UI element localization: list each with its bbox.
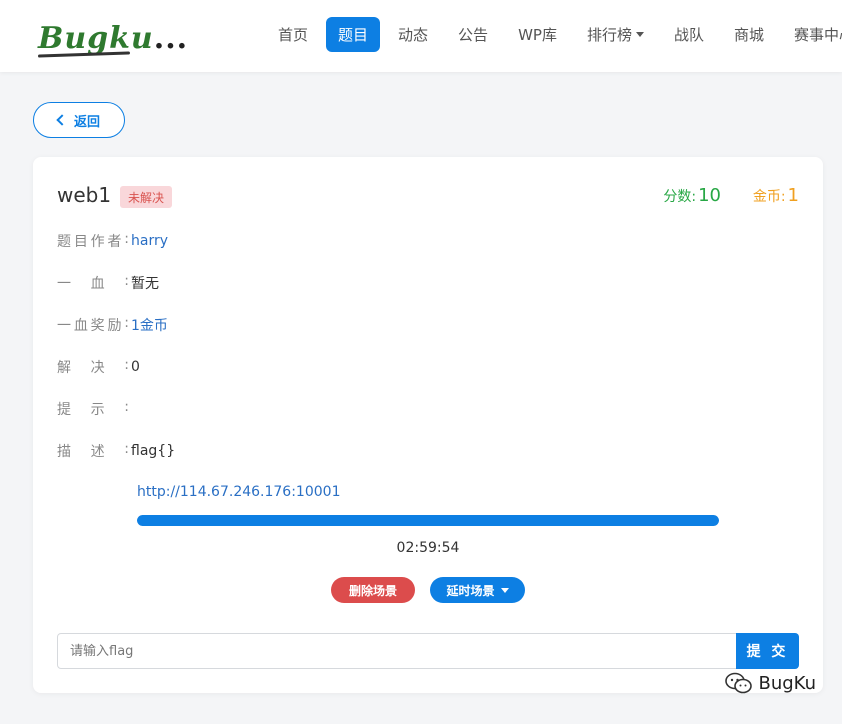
status-badge: 未解决	[120, 186, 173, 208]
chevron-left-icon	[56, 114, 68, 126]
info-row-author: 题目作者: harry	[57, 231, 168, 251]
info-label: 题目作者:	[57, 231, 129, 250]
info-row-hint: 提示:	[57, 399, 131, 419]
info-label: 一血:	[57, 273, 129, 292]
author-link[interactable]: harry	[131, 233, 168, 249]
nav-item-activity[interactable]: 动态	[386, 17, 440, 52]
nav-menu: 首页 题目 动态 公告 WP库 排行榜 战队 商城 赛事中心	[266, 17, 842, 52]
coin-label: 金币:	[752, 189, 786, 205]
chevron-down-icon	[500, 587, 509, 593]
bugku-watermark: BugKu	[724, 672, 817, 694]
submit-button[interactable]: 提 交	[736, 633, 799, 669]
nav-item-events[interactable]: 赛事中心	[782, 17, 842, 52]
wechat-icon	[724, 672, 752, 694]
nav-item-teams[interactable]: 战队	[662, 17, 716, 52]
info-row-first-blood: 一血: 暂无	[57, 273, 159, 293]
coin-value: 1	[787, 185, 799, 206]
nav-item-announcements[interactable]: 公告	[446, 17, 500, 52]
nav-item-wp-library[interactable]: WP库	[506, 17, 569, 52]
nav-item-home[interactable]: 首页	[266, 17, 320, 52]
nav-item-challenges[interactable]: 题目	[326, 17, 381, 52]
back-button[interactable]: 返回	[33, 102, 125, 138]
challenge-title: web1	[57, 183, 112, 207]
scene-progress-fill	[137, 515, 719, 526]
watermark-text: BugKu	[758, 672, 817, 694]
solves-value: 0	[131, 359, 140, 375]
score-display: 分数: 10	[663, 185, 721, 206]
info-label: 一血奖励:	[57, 315, 129, 334]
score-value: 10	[698, 185, 721, 206]
scene-url-link[interactable]: http://114.67.246.176:10001	[137, 484, 340, 500]
bugku-logo[interactable]: Bugku...	[37, 14, 189, 58]
description-value: flag{}	[131, 443, 176, 459]
scene-timer: 02:59:54	[396, 540, 460, 556]
delete-scene-button[interactable]: 删除场景	[331, 577, 415, 603]
first-blood-reward-link[interactable]: 1金币	[131, 315, 168, 335]
info-row-first-blood-reward: 一血奖励: 1金币	[57, 315, 168, 335]
logo-dots: ...	[153, 21, 189, 56]
flag-input[interactable]	[57, 633, 737, 669]
extend-scene-button[interactable]: 延时场景	[430, 577, 525, 603]
info-row-solves: 解决: 0	[57, 357, 140, 377]
chevron-down-icon	[635, 32, 644, 37]
info-label: 解决:	[57, 357, 129, 376]
first-blood-value: 暂无	[131, 276, 159, 292]
challenge-card: web1 未解决 分数: 10 金币: 1 题目作者: harry 一血: 暂无…	[33, 157, 823, 693]
info-label: 提示:	[57, 399, 129, 418]
info-label: 描述:	[57, 441, 129, 460]
info-row-description: 描述: flag{}	[57, 441, 175, 461]
nav-item-shop[interactable]: 商城	[722, 17, 776, 52]
scene-progress-bar	[137, 515, 719, 526]
score-label: 分数:	[663, 189, 697, 205]
back-button-label: 返回	[73, 114, 100, 130]
nav-item-leaderboard[interactable]: 排行榜	[575, 17, 656, 52]
coin-display: 金币: 1	[753, 185, 799, 206]
logo-text: Bugku	[38, 21, 154, 56]
top-navbar: Bugku... 首页 题目 动态 公告 WP库 排行榜 战队 商城 赛事中心	[0, 0, 842, 72]
